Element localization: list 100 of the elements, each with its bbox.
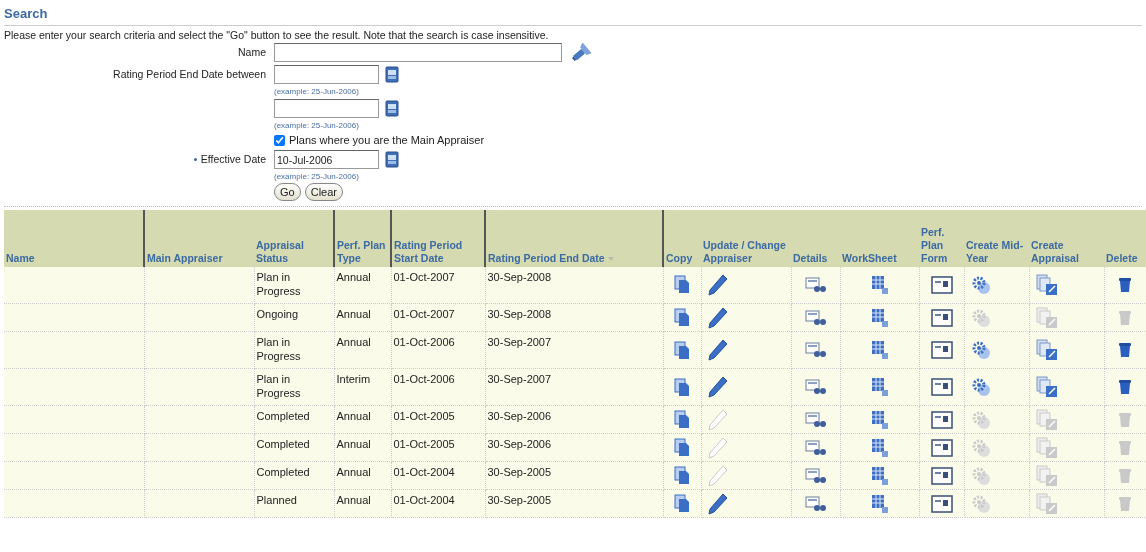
table-cell: 01-Oct-2007: [393, 270, 455, 283]
copy-icon[interactable]: [674, 438, 690, 457]
table-cell: 30-Sep-2007: [487, 373, 552, 385]
worksheet-icon[interactable]: [870, 465, 889, 486]
column-header[interactable]: Details: [791, 209, 840, 267]
column-header[interactable]: Appraisal Status: [254, 209, 334, 267]
table-cell: Annual: [336, 336, 371, 348]
copy-icon[interactable]: [674, 377, 690, 397]
column-header[interactable]: WorkSheet: [840, 209, 919, 267]
copy-icon[interactable]: [674, 466, 690, 485]
table-cell: Plan in Progress: [256, 373, 301, 399]
column-header[interactable]: Rating Period End Date: [485, 209, 663, 267]
table-cell: 01-Oct-2004: [393, 494, 455, 506]
pencil-icon[interactable]: [707, 492, 728, 515]
form-icon[interactable]: [930, 341, 953, 359]
copy-icon[interactable]: [674, 340, 690, 360]
details-icon[interactable]: [804, 411, 827, 428]
trash-icon[interactable]: [1119, 342, 1131, 359]
worksheet-icon[interactable]: [870, 437, 889, 458]
worksheet-icon[interactable]: [870, 409, 889, 430]
column-header[interactable]: Create Mid-Year: [964, 209, 1029, 267]
date-input[interactable]: [274, 65, 379, 84]
column-header[interactable]: Perf. Plan Type: [334, 209, 391, 267]
worksheet-icon[interactable]: [870, 377, 889, 397]
calendar-icon[interactable]: [385, 151, 399, 168]
field-label: Rating Period End Date between: [113, 66, 266, 82]
trash-icon[interactable]: [1119, 276, 1131, 293]
calendar-icon[interactable]: [385, 66, 399, 83]
details-icon[interactable]: [804, 439, 827, 456]
form-icon[interactable]: [930, 438, 953, 457]
calendar-icon[interactable]: [385, 100, 399, 117]
table-cell: 30-Sep-2005: [487, 466, 552, 478]
table-cell: 30-Sep-2005: [487, 494, 552, 506]
column-header[interactable]: Delete: [1104, 209, 1146, 267]
section-title: Search: [4, 6, 48, 21]
table-cell: Annual: [336, 438, 371, 450]
copy-icon[interactable]: [674, 308, 690, 327]
gear-icon[interactable]: [970, 377, 991, 397]
table-cell: Annual: [336, 466, 371, 478]
worksheet-icon[interactable]: [870, 307, 889, 328]
details-icon[interactable]: [804, 495, 827, 512]
form-icon[interactable]: [930, 275, 953, 294]
column-header[interactable]: Copy: [663, 209, 701, 267]
example-hint: (example: 25-Jun-2006): [274, 120, 359, 130]
worksheet-icon[interactable]: [870, 340, 889, 360]
form-icon[interactable]: [930, 308, 953, 327]
form-icon[interactable]: [930, 410, 953, 429]
details-icon[interactable]: [804, 276, 827, 293]
column-header[interactable]: Name: [4, 209, 144, 267]
checkbox-label: Plans where you are the Main Appraiser: [289, 132, 485, 148]
table-cell: Plan in Progress: [256, 270, 301, 297]
example-hint: (example: 25-Jun-2006): [274, 86, 359, 96]
copy-icon[interactable]: [674, 494, 690, 513]
instructions-text: Please enter your search criteria and select the "Go" button to see the result. Note that the search is case insensitive.: [4, 28, 550, 42]
trash-icon[interactable]: [1119, 379, 1131, 396]
details-icon[interactable]: [804, 379, 827, 396]
table-cell: 01-Oct-2005: [393, 438, 455, 450]
details-icon[interactable]: [804, 309, 827, 326]
form-button[interactable]: Clear: [304, 182, 343, 201]
date-input[interactable]: [274, 99, 379, 118]
copy-icon[interactable]: [674, 275, 690, 295]
gear-icon[interactable]: [970, 340, 991, 360]
pencil-icon[interactable]: [707, 273, 728, 296]
checkbox[interactable]: [274, 134, 285, 146]
table-cell: Completed: [256, 438, 310, 450]
details-icon[interactable]: [804, 342, 827, 359]
column-header[interactable]: Perf. Plan Form: [919, 209, 964, 267]
worksheet-icon[interactable]: [870, 274, 889, 295]
pencil-icon[interactable]: [707, 376, 728, 398]
form-icon[interactable]: [930, 466, 953, 485]
table-cell: Interim: [336, 373, 371, 385]
column-header[interactable]: Update / Change Appraiser: [701, 209, 791, 267]
example-hint: (example: 25-Jun-2006): [274, 171, 359, 181]
details-icon[interactable]: [804, 467, 827, 484]
document-edit-icon[interactable]: [1035, 273, 1058, 296]
flashlight-icon[interactable]: [570, 42, 592, 63]
table-cell: Planned: [256, 494, 297, 506]
gear-icon[interactable]: [970, 274, 991, 295]
form-button[interactable]: Go: [274, 182, 301, 201]
worksheet-icon[interactable]: [870, 493, 889, 514]
table-cell: 01-Oct-2004: [393, 466, 455, 478]
field-label: Name: [238, 44, 266, 60]
table-cell: 30-Sep-2006: [487, 410, 552, 422]
form-icon[interactable]: [930, 494, 953, 513]
copy-icon[interactable]: [674, 410, 690, 429]
date-input[interactable]: 10-Jul-2006: [274, 150, 379, 169]
column-header[interactable]: Create Appraisal: [1029, 209, 1104, 267]
table-cell: Annual: [336, 494, 371, 506]
column-header[interactable]: Rating Period Start Date: [391, 209, 485, 267]
name-input[interactable]: [274, 43, 562, 62]
column-header[interactable]: Main Appraiser: [144, 209, 254, 267]
document-edit-icon[interactable]: [1035, 376, 1058, 398]
field-label: Effective Date: [200, 151, 266, 167]
table-cell: 01-Oct-2006: [393, 336, 455, 348]
pencil-icon[interactable]: [707, 339, 728, 361]
form-icon[interactable]: [930, 378, 953, 396]
pencil-icon[interactable]: [707, 306, 728, 329]
document-edit-icon[interactable]: [1035, 339, 1058, 361]
table-cell: 30-Sep-2006: [487, 438, 552, 450]
table-cell: Completed: [256, 410, 310, 422]
